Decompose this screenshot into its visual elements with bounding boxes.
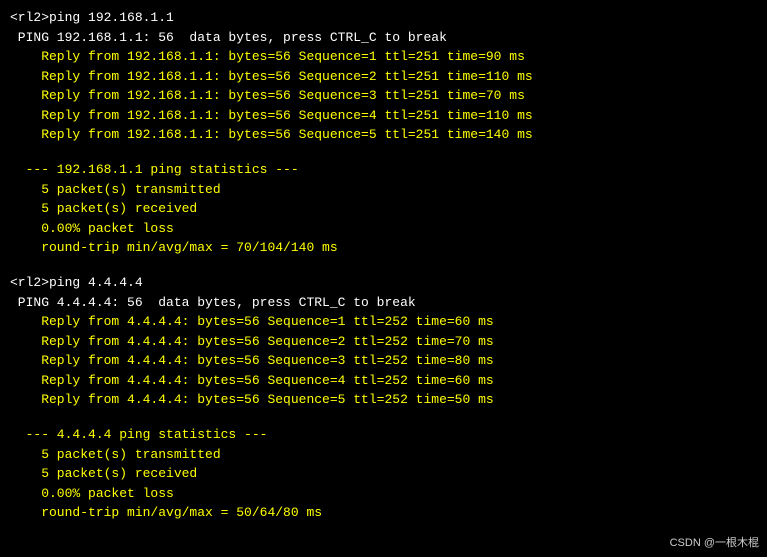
terminal-line [10, 145, 757, 161]
watermark: CSDN @一根木棍 [670, 535, 759, 552]
terminal-line: Reply from 4.4.4.4: bytes=56 Sequence=3 … [10, 351, 757, 371]
terminal-line [10, 258, 757, 274]
terminal-line: PING 192.168.1.1: 56 data bytes, press C… [10, 28, 757, 48]
terminal-line: round-trip min/avg/max = 50/64/80 ms [10, 503, 757, 523]
terminal-line: Reply from 4.4.4.4: bytes=56 Sequence=2 … [10, 332, 757, 352]
terminal-line: Reply from 4.4.4.4: bytes=56 Sequence=1 … [10, 312, 757, 332]
terminal-line: round-trip min/avg/max = 70/104/140 ms [10, 238, 757, 258]
terminal-line: 5 packet(s) transmitted [10, 180, 757, 200]
terminal-line: 0.00% packet loss [10, 484, 757, 504]
terminal-line: 0.00% packet loss [10, 219, 757, 239]
terminal-line: --- 4.4.4.4 ping statistics --- [10, 425, 757, 445]
terminal-line: Reply from 192.168.1.1: bytes=56 Sequenc… [10, 106, 757, 126]
terminal-line: Reply from 192.168.1.1: bytes=56 Sequenc… [10, 125, 757, 145]
terminal-line: <rl2>ping 4.4.4.4 [10, 273, 757, 293]
terminal-line: Reply from 192.168.1.1: bytes=56 Sequenc… [10, 47, 757, 67]
terminal-line: 5 packet(s) received [10, 199, 757, 219]
terminal-line: 5 packet(s) transmitted [10, 445, 757, 465]
terminal-line: Reply from 4.4.4.4: bytes=56 Sequence=5 … [10, 390, 757, 410]
terminal-line: --- 192.168.1.1 ping statistics --- [10, 160, 757, 180]
terminal-line: <rl2>ping 192.168.1.1 [10, 8, 757, 28]
terminal-line: PING 4.4.4.4: 56 data bytes, press CTRL_… [10, 293, 757, 313]
terminal-line: Reply from 192.168.1.1: bytes=56 Sequenc… [10, 67, 757, 87]
terminal-line: 5 packet(s) received [10, 464, 757, 484]
terminal-line [10, 410, 757, 426]
terminal-line: Reply from 4.4.4.4: bytes=56 Sequence=4 … [10, 371, 757, 391]
terminal-line: Reply from 192.168.1.1: bytes=56 Sequenc… [10, 86, 757, 106]
terminal-window: <rl2>ping 192.168.1.1 PING 192.168.1.1: … [0, 0, 767, 557]
